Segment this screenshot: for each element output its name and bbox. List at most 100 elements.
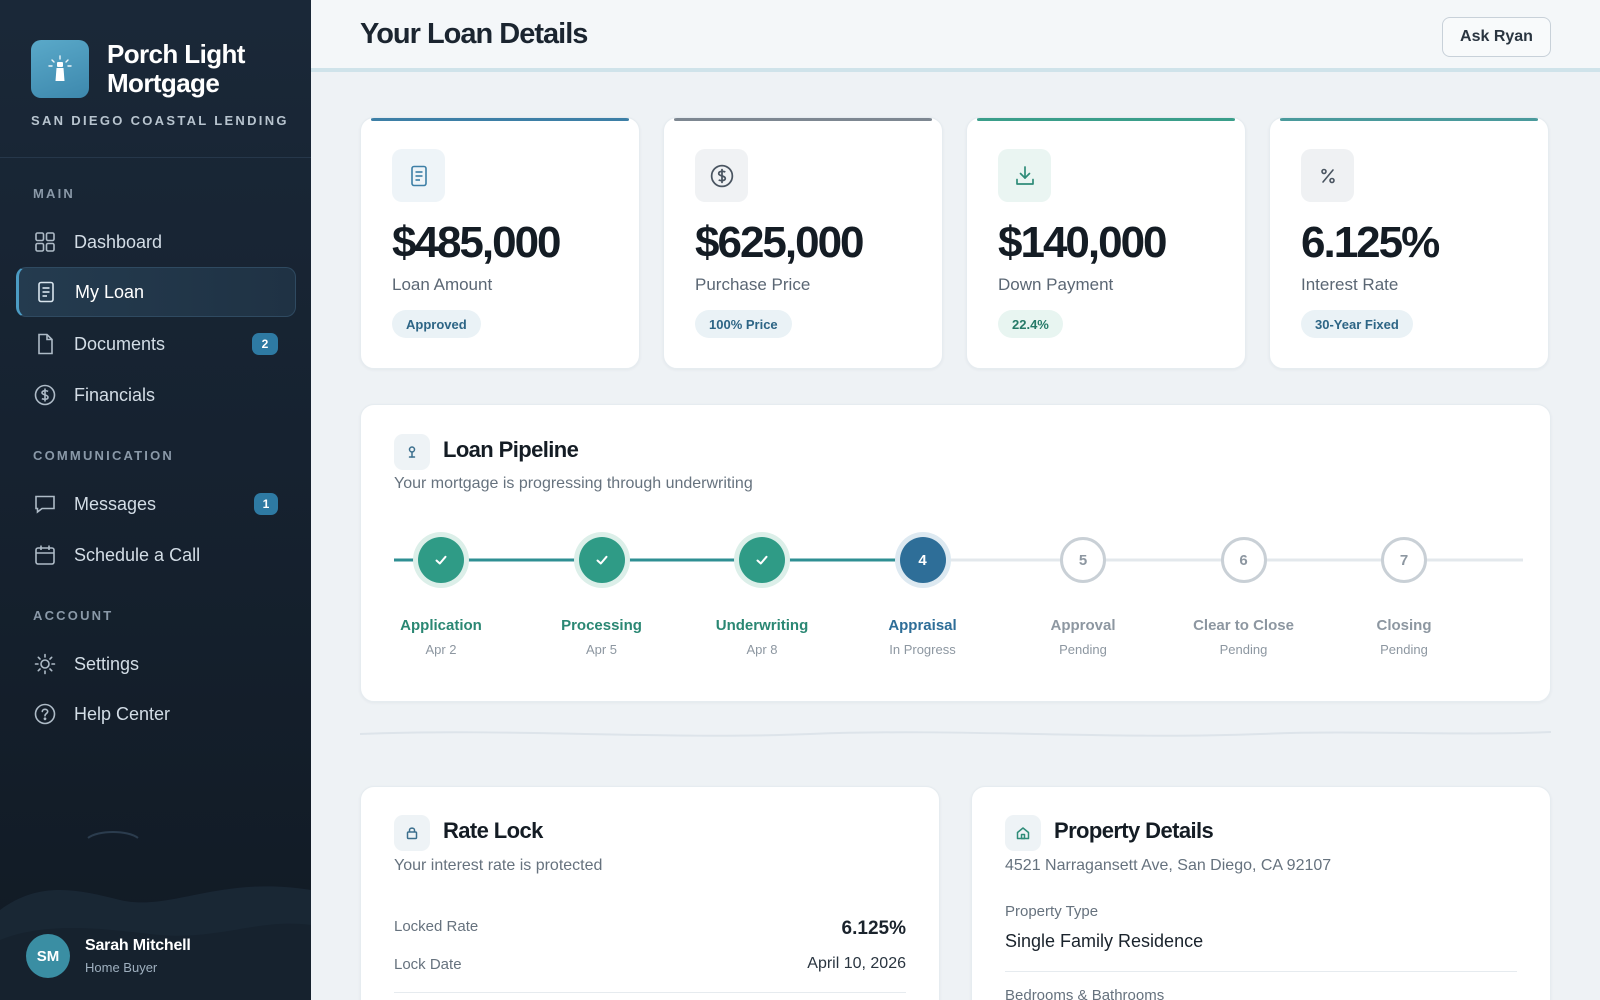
card-accent-line xyxy=(371,118,629,121)
stat-label: Loan Amount xyxy=(392,275,493,294)
pipeline-track xyxy=(394,558,1523,562)
stat-card-loan-amount: $485,000 Loan Amount Approved xyxy=(360,117,640,369)
sidebar-item-label: My Loan xyxy=(75,281,145,302)
pipeline-step-current[interactable]: 4 xyxy=(899,537,946,583)
pipeline-step-date: Pending xyxy=(1219,642,1268,657)
sidebar-item-help-center[interactable]: Help Center xyxy=(16,689,296,739)
pipeline-step-name: Appraisal xyxy=(888,617,957,634)
pipeline-step-date: In Progress xyxy=(889,642,956,657)
user-name: Sarah Mitchell xyxy=(85,937,191,954)
grid-icon xyxy=(34,231,56,253)
sidebar-item-label: Help Center xyxy=(74,703,171,724)
pipeline-step-pending[interactable]: 5 xyxy=(1060,537,1106,583)
nav-section-main: MAIN xyxy=(33,186,76,201)
brand[interactable]: Porch Light Mortgage xyxy=(0,0,311,98)
card-accent-line xyxy=(977,118,1235,121)
status-badge: 30-Year Fixed xyxy=(1301,310,1413,338)
nav-section-communication: COMMUNICATION xyxy=(33,448,175,463)
status-badge: 22.4% xyxy=(998,310,1063,338)
pipeline-step-complete[interactable] xyxy=(739,537,785,583)
sidebar-item-label: Documents xyxy=(74,333,166,354)
divider xyxy=(1005,971,1517,972)
sidebar-item-label: Dashboard xyxy=(74,231,163,252)
ask-ryan-button[interactable]: Ask Ryan xyxy=(1442,17,1551,57)
question-circle-icon xyxy=(34,703,56,725)
dollar-circle-icon xyxy=(695,149,748,202)
page-title: Your Loan Details xyxy=(360,18,588,50)
divider xyxy=(394,992,906,993)
section-subtitle: Your interest rate is protected xyxy=(394,857,603,874)
stat-label: Down Payment xyxy=(998,275,1114,294)
pipeline-step-date: Apr 2 xyxy=(425,642,457,657)
stat-label: Purchase Price xyxy=(695,275,811,294)
property-address: 4521 Narragansett Ave, San Diego, CA 921… xyxy=(1005,857,1332,874)
unread-badge: 2 xyxy=(252,333,278,355)
brand-tagline: SAN DIEGO COASTAL LENDING xyxy=(31,113,289,128)
sidebar-item-label: Financials xyxy=(74,384,156,405)
property-type-value: Single Family Residence xyxy=(1005,931,1204,951)
stat-value: $140,000 xyxy=(998,218,1168,267)
rate-lock-card: Rate Lock Your interest rate is protecte… xyxy=(360,786,940,1000)
dollar-circle-icon xyxy=(34,384,56,406)
brand-name: Porch Light Mortgage xyxy=(107,39,245,98)
pipeline-step-name: Closing xyxy=(1376,617,1432,634)
section-title: Property Details xyxy=(1054,818,1214,843)
locked-rate-value: 6.125% xyxy=(841,918,906,939)
stat-card-down-payment: $140,000 Down Payment 22.4% xyxy=(966,117,1246,369)
lighthouse-logo-icon xyxy=(31,40,89,98)
loan-pipeline-card: Loan Pipeline Your mortgage is progressi… xyxy=(360,404,1551,702)
pipeline-step-date: Pending xyxy=(1380,642,1428,657)
sidebar-item-dashboard[interactable]: Dashboard xyxy=(16,217,296,267)
sidebar-item-documents[interactable]: Documents 2 xyxy=(16,319,296,369)
top-bar: Your Loan Details Ask Ryan xyxy=(311,0,1600,72)
property-type-label: Property Type xyxy=(1005,903,1099,920)
stat-value: $485,000 xyxy=(392,218,562,267)
stat-value: $625,000 xyxy=(695,218,865,267)
sidebar-item-my-loan[interactable]: My Loan xyxy=(16,267,296,317)
pipeline-step-name: Application xyxy=(400,617,482,634)
sidebar: Porch Light Mortgage SAN DIEGO COASTAL L… xyxy=(0,0,311,1000)
pipeline-step-complete[interactable] xyxy=(418,537,464,583)
pipeline-step-complete[interactable] xyxy=(578,537,625,583)
pipeline-step-name: Approval xyxy=(1050,617,1116,634)
unread-badge: 1 xyxy=(254,493,278,515)
sidebar-item-financials[interactable]: Financials xyxy=(16,370,296,420)
main-content: Your Loan Details Ask Ryan $485,000 Loan… xyxy=(311,0,1600,1000)
card-accent-line xyxy=(674,118,932,121)
sidebar-item-messages[interactable]: Messages 1 xyxy=(16,479,296,529)
pipeline-step-name: Underwriting xyxy=(715,617,809,634)
sidebar-item-label: Messages xyxy=(74,493,157,514)
home-icon xyxy=(1005,815,1041,851)
sidebar-item-schedule-call[interactable]: Schedule a Call xyxy=(16,530,296,580)
sidebar-item-label: Schedule a Call xyxy=(74,544,201,565)
status-badge: Approved xyxy=(392,310,481,338)
avatar: SM xyxy=(26,934,70,978)
status-badge: 100% Price xyxy=(695,310,792,338)
pipeline-step-pending[interactable]: 7 xyxy=(1381,537,1427,583)
pipeline-step-name: Processing xyxy=(561,617,642,634)
section-title: Rate Lock xyxy=(443,818,543,843)
pipeline-step-date: Pending xyxy=(1059,642,1107,657)
check-icon xyxy=(435,555,447,565)
lock-date-label: Lock Date xyxy=(394,956,462,973)
stat-value: 6.125% xyxy=(1301,218,1440,267)
nav-section-account: ACCOUNT xyxy=(33,608,114,623)
check-icon xyxy=(756,555,768,565)
user-profile[interactable]: SM Sarah Mitchell Home Buyer xyxy=(26,934,191,978)
sidebar-item-label: Settings xyxy=(74,653,140,674)
bedrooms-bathrooms-label: Bedrooms & Bathrooms xyxy=(1005,987,1165,1000)
card-accent-line xyxy=(1280,118,1538,121)
property-details-card: Property Details 4521 Narragansett Ave, … xyxy=(971,786,1551,1000)
check-icon xyxy=(596,555,607,565)
stat-card-interest-rate: 6.125% Interest Rate 30-Year Fixed xyxy=(1269,117,1549,369)
lock-icon xyxy=(394,815,430,851)
sidebar-item-settings[interactable]: Settings xyxy=(16,639,296,689)
pipeline-step-date: Apr 8 xyxy=(746,642,778,657)
user-role: Home Buyer xyxy=(85,960,158,975)
divider xyxy=(0,157,311,158)
stat-label: Interest Rate xyxy=(1301,275,1399,294)
sun-gear-icon xyxy=(34,653,56,675)
pipeline-step-pending[interactable]: 6 xyxy=(1220,537,1267,583)
file-icon xyxy=(34,333,56,355)
percent-icon xyxy=(1301,149,1354,202)
